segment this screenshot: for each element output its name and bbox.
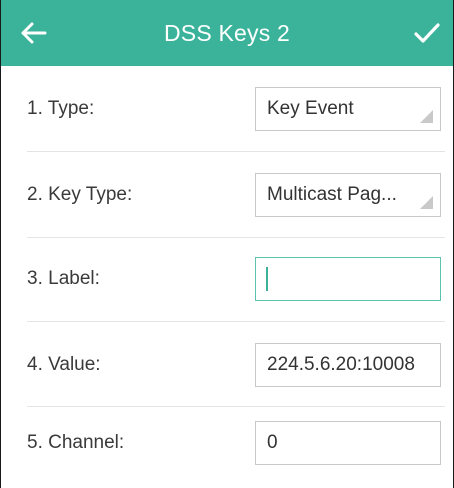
field-row-channel: 5. Channel: 0: [27, 400, 445, 486]
back-arrow-icon: [21, 22, 47, 44]
back-button[interactable]: [15, 16, 51, 50]
text-cursor: [266, 267, 268, 291]
field-label: 3. Label:: [27, 268, 100, 289]
field-label: 1. Type:: [27, 98, 95, 119]
dropdown-corner-icon: [420, 196, 433, 209]
title-bar: DSS Keys 2: [1, 0, 453, 66]
dropdown-corner-icon: [420, 110, 433, 123]
value-input-value: 224.5.6.20:10008: [267, 354, 415, 375]
type-select[interactable]: Key Event: [255, 87, 441, 131]
type-select-value: Key Event: [267, 98, 354, 119]
key-type-select-value: Multicast Pag...: [267, 184, 397, 205]
dss-keys-screen: DSS Keys 2 1. Type: Key Event 2. Key Typ…: [0, 0, 454, 488]
key-type-select[interactable]: Multicast Pag...: [255, 173, 441, 217]
field-label: 5. Channel:: [27, 432, 125, 453]
label-input[interactable]: [255, 257, 441, 301]
confirm-button[interactable]: [409, 16, 445, 50]
channel-input-value: 0: [267, 432, 278, 453]
field-row-type: 1. Type: Key Event: [27, 66, 445, 152]
field-row-key-type: 2. Key Type: Multicast Pag...: [27, 152, 445, 238]
checkmark-icon: [414, 23, 440, 43]
value-input[interactable]: 224.5.6.20:10008: [255, 343, 441, 387]
channel-input[interactable]: 0: [255, 421, 441, 465]
field-label: 2. Key Type:: [27, 184, 133, 205]
field-label: 4. Value:: [27, 354, 101, 375]
page-title: DSS Keys 2: [164, 19, 290, 46]
field-row-label: 3. Label:: [27, 236, 445, 322]
field-row-value: 4. Value: 224.5.6.20:10008: [27, 322, 445, 408]
